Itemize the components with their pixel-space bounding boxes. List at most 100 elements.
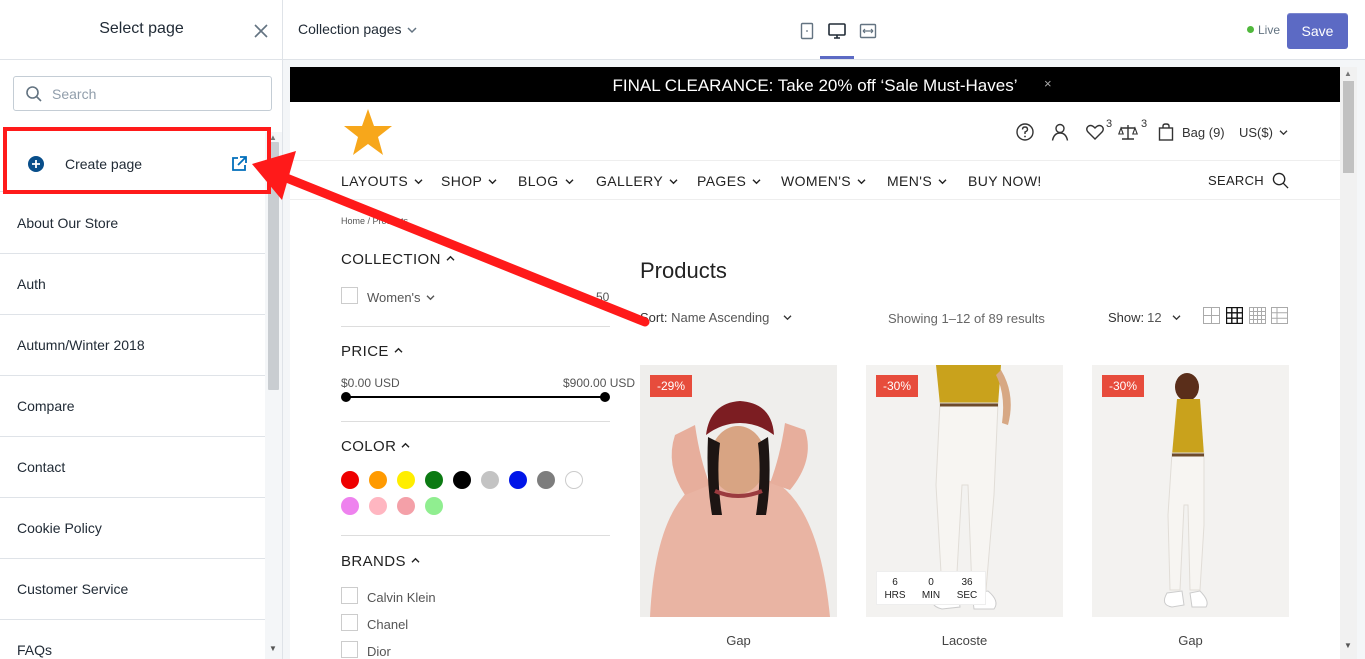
currency-selector[interactable]: US($) [1239, 125, 1288, 140]
brand-chanel-label[interactable]: Chanel [367, 617, 408, 632]
scrollbar-thumb[interactable] [268, 142, 279, 390]
filter-color-title[interactable]: COLOR [341, 438, 410, 455]
compare-scale-icon[interactable] [1118, 122, 1138, 142]
scroll-up-arrow-icon[interactable]: ▲ [1344, 69, 1352, 78]
page-item-cookie-policy[interactable]: Cookie Policy [0, 498, 265, 559]
color-swatch[interactable] [369, 497, 387, 515]
grid-4-col-icon[interactable] [1249, 307, 1266, 324]
per-page-dropdown[interactable]: Show: 12 [1108, 310, 1181, 325]
nav-search-link[interactable]: SEARCH [1208, 172, 1289, 189]
wishlist-heart-icon[interactable] [1085, 122, 1105, 142]
color-swatch[interactable] [509, 471, 527, 489]
nav-item-layouts[interactable]: LAYOUTS [341, 173, 423, 189]
nav-item-gallery[interactable]: GALLERY [596, 173, 678, 189]
color-swatch[interactable] [397, 497, 415, 515]
filter-collection-title[interactable]: COLLECTION [341, 251, 455, 268]
live-status-badge: Live [1247, 23, 1280, 37]
color-swatch[interactable] [481, 471, 499, 489]
scroll-down-arrow-icon[interactable]: ▼ [1344, 641, 1352, 650]
checkbox-chanel[interactable] [341, 614, 358, 631]
page-item-customer-service[interactable]: Customer Service [0, 559, 265, 620]
page-selector-panel: Select page Create page [0, 0, 283, 659]
preview-scrollbar[interactable]: ▲ ▼ [1340, 67, 1357, 659]
desktop-view-icon[interactable] [827, 21, 847, 41]
price-slider-min-handle[interactable] [341, 392, 351, 402]
color-swatch[interactable] [341, 471, 359, 489]
active-view-indicator [820, 56, 854, 59]
brand-dior-label[interactable]: Dior [367, 644, 391, 659]
chevron-down-icon [752, 179, 761, 185]
color-swatch[interactable] [341, 497, 359, 515]
color-swatch[interactable] [425, 471, 443, 489]
product-name[interactable]: Gap [640, 633, 837, 648]
nav-item-blog[interactable]: BLOG [518, 173, 574, 189]
color-swatch[interactable] [425, 497, 443, 515]
currency-label: US($) [1239, 125, 1273, 140]
product-name[interactable]: Lacoste [866, 633, 1063, 648]
brand-calvin-klein-label[interactable]: Calvin Klein [367, 590, 436, 605]
nav-item-label: LAYOUTS [341, 173, 409, 189]
filter-brands-title[interactable]: BRANDS [341, 553, 420, 570]
compare-count-badge: 3 [1141, 118, 1148, 130]
page-item-autumn-winter-2018[interactable]: Autumn/Winter 2018 [0, 315, 265, 376]
create-page-button[interactable]: Create page [0, 132, 265, 192]
page-item-faqs[interactable]: FAQs [0, 620, 265, 659]
product-card[interactable]: -30% 6 HRS 0 MIN 36 SEC [866, 365, 1063, 617]
list-view-icon[interactable] [1271, 307, 1288, 324]
nav-item-shop[interactable]: SHOP [441, 173, 497, 189]
color-swatch[interactable] [537, 471, 555, 489]
page-item-compare[interactable]: Compare [0, 376, 265, 437]
editor-toolbar: Collection pages Live Save [283, 0, 1365, 60]
store-main-nav: LAYOUTS SHOP BLOG GALLERY PAGES WOMEN'S … [290, 160, 1340, 200]
price-slider-max-handle[interactable] [600, 392, 610, 402]
breadcrumb[interactable]: Home / Products [341, 216, 408, 226]
nav-item-label: SHOP [441, 173, 483, 189]
sort-dropdown[interactable]: Sort: Name Ascending [640, 310, 792, 325]
bag-label[interactable]: Bag (9) [1182, 125, 1225, 140]
color-swatch[interactable] [565, 471, 583, 489]
product-card[interactable]: -29% [640, 365, 837, 617]
product-image-pink-sweater [640, 365, 837, 617]
mobile-view-icon[interactable] [797, 21, 817, 41]
countdown-unit: HRS [884, 590, 906, 601]
full-width-view-icon[interactable] [858, 21, 878, 41]
store-logo-star[interactable] [342, 107, 394, 159]
grid-2-col-icon[interactable] [1203, 307, 1220, 324]
external-link-icon[interactable] [230, 155, 248, 173]
sidebar-scrollbar[interactable]: ▲ ▼ [265, 132, 282, 659]
product-name[interactable]: Gap [1092, 633, 1289, 648]
checkbox-calvin-klein[interactable] [341, 587, 358, 604]
scroll-up-arrow-icon[interactable]: ▲ [269, 133, 277, 142]
scrollbar-thumb[interactable] [1343, 81, 1354, 173]
store-preview-frame[interactable]: FINAL CLEARANCE: Take 20% off ‘Sale Must… [290, 67, 1340, 659]
help-icon[interactable] [1015, 122, 1035, 142]
page-item-contact[interactable]: Contact [0, 437, 265, 498]
nav-item-buy-now[interactable]: BUY NOW! [968, 173, 1042, 189]
page-item-about-our-store[interactable]: About Our Store [0, 193, 265, 254]
filter-price-title[interactable]: PRICE [341, 343, 403, 360]
account-icon[interactable] [1050, 122, 1070, 142]
nav-item-womens[interactable]: WOMEN'S [781, 173, 866, 189]
scroll-down-arrow-icon[interactable]: ▼ [269, 644, 277, 653]
price-slider-track[interactable] [345, 396, 606, 398]
discount-badge: -29% [650, 375, 693, 397]
shopping-bag-icon[interactable] [1156, 122, 1176, 142]
close-icon[interactable] [251, 21, 271, 41]
product-card[interactable]: -30% [1092, 365, 1289, 617]
nav-item-pages[interactable]: PAGES [697, 173, 761, 189]
filter-womens-option[interactable]: Women's [367, 290, 435, 305]
chevron-up-icon [401, 442, 410, 448]
search-input[interactable] [52, 83, 262, 105]
color-swatch[interactable] [453, 471, 471, 489]
create-page-label: Create page [65, 156, 143, 172]
nav-item-mens[interactable]: MEN'S [887, 173, 947, 189]
checkbox-womens[interactable] [341, 287, 358, 304]
color-swatch[interactable] [369, 471, 387, 489]
page-type-dropdown[interactable]: Collection pages [298, 21, 417, 37]
page-item-auth[interactable]: Auth [0, 254, 265, 315]
announcement-close-icon[interactable]: × [1044, 76, 1052, 91]
checkbox-dior[interactable] [341, 641, 358, 658]
color-swatch[interactable] [397, 471, 415, 489]
save-button[interactable]: Save [1287, 13, 1348, 49]
grid-3-col-icon[interactable] [1226, 307, 1243, 324]
